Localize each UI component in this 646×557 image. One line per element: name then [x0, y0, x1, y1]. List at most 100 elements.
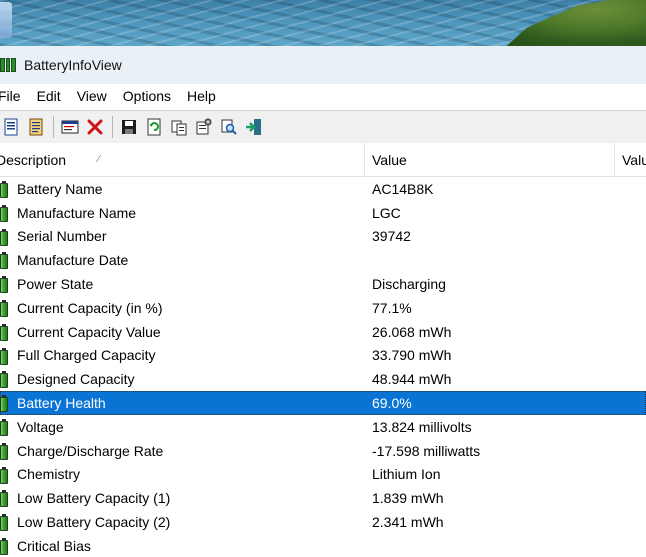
desktop-wallpaper	[0, 0, 646, 46]
table-row[interactable]: Voltage 13.824 millivolts	[0, 415, 646, 439]
row-value: 13.824 millivolts	[372, 418, 472, 435]
battery-icon	[0, 466, 8, 484]
menu-view[interactable]: View	[71, 88, 117, 104]
row-description: Serial Number	[17, 228, 107, 245]
html-report-icon	[4, 118, 18, 136]
properties-window-icon	[61, 120, 79, 134]
battery-icon	[0, 490, 8, 508]
column-header-label: Description	[0, 151, 67, 168]
battery-icon	[0, 181, 8, 198]
table-row[interactable]: Power State Discharging	[0, 272, 646, 296]
delete-icon	[87, 119, 103, 135]
row-value: 48.944 mWh	[372, 371, 452, 388]
column-header-label: Value	[372, 151, 407, 168]
battery-icon	[0, 204, 8, 222]
toolbar-separator	[112, 116, 113, 138]
battery-icon	[0, 371, 8, 389]
battery-icon	[0, 252, 8, 270]
row-description: Full Charged Capacity	[17, 347, 156, 364]
row-description: Designed Capacity	[17, 371, 135, 388]
battery-icon	[0, 395, 8, 413]
table-row[interactable]: Critical Bias	[0, 534, 646, 557]
table-row[interactable]: Chemistry Lithium Ion	[0, 463, 646, 487]
row-value: AC14B8K	[372, 180, 434, 197]
exit-button[interactable]	[243, 116, 265, 138]
row-description: Critical Bias	[17, 537, 91, 554]
text-report-icon	[29, 118, 43, 136]
table-row[interactable]: Charge/Discharge Rate -17.598 milliwatts	[0, 439, 646, 463]
battery-icon	[0, 514, 8, 532]
row-value: 2.341 mWh	[372, 514, 444, 531]
refresh-button[interactable]	[143, 116, 165, 138]
toolbar-separator	[53, 116, 54, 138]
table-row[interactable]: Battery Name AC14B8K	[0, 177, 646, 201]
row-description: Low Battery Capacity (2)	[17, 514, 171, 531]
properties-button[interactable]	[59, 116, 81, 138]
menu-file[interactable]: File	[0, 88, 31, 104]
battery-icon	[0, 276, 8, 294]
toolbar	[0, 110, 646, 144]
list-header: Description ⁄ Value Valu	[0, 143, 646, 177]
menu-help[interactable]: Help	[181, 88, 226, 104]
table-row[interactable]: Battery Health 69.0%	[0, 391, 646, 415]
row-value: 26.068 mWh	[372, 323, 452, 340]
battery-icon	[0, 347, 8, 365]
table-row[interactable]: Manufacture Date	[0, 248, 646, 272]
row-value: LGC	[372, 204, 401, 221]
row-value: 33.790 mWh	[372, 347, 452, 364]
text-report-button[interactable]	[25, 116, 47, 138]
table-row[interactable]: Full Charged Capacity 33.790 mWh	[0, 344, 646, 368]
row-value: 1.839 mWh	[372, 490, 444, 507]
battery-icon	[0, 442, 8, 460]
window-title: BatteryInfoView	[24, 57, 122, 73]
delete-button[interactable]	[84, 116, 106, 138]
row-value: -17.598 milliwatts	[372, 442, 481, 459]
row-description: Battery Health	[17, 395, 106, 412]
html-report-button[interactable]	[0, 116, 22, 138]
table-row[interactable]: Low Battery Capacity (1) 1.839 mWh	[0, 486, 646, 510]
save-button[interactable]	[118, 116, 140, 138]
table-row[interactable]: Serial Number 39742	[0, 225, 646, 249]
battery-info-list[interactable]: Description ⁄ Value Valu Battery Name AC1…	[0, 143, 646, 557]
table-row[interactable]: Manufacture Name LGC	[0, 201, 646, 225]
row-value: Discharging	[372, 276, 446, 293]
row-description: Voltage	[17, 418, 64, 435]
copy-button[interactable]	[168, 116, 190, 138]
row-description: Current Capacity (in %)	[17, 299, 163, 316]
row-description: Battery Name	[17, 180, 103, 197]
table-row[interactable]: Low Battery Capacity (2) 2.341 mWh	[0, 510, 646, 534]
battery-icon	[0, 228, 8, 246]
find-icon	[221, 119, 237, 135]
row-description: Power State	[17, 276, 94, 293]
column-header-description[interactable]: Description ⁄	[0, 143, 363, 176]
title-bar[interactable]: BatteryInfoView	[0, 46, 646, 84]
column-header-label: Valu	[622, 151, 646, 168]
exit-icon	[246, 119, 261, 135]
row-value: 69.0%	[372, 395, 412, 412]
battery-icon	[0, 537, 8, 555]
find-button[interactable]	[218, 116, 240, 138]
menu-options[interactable]: Options	[117, 88, 181, 104]
row-description: Chemistry	[17, 466, 81, 483]
menu-edit[interactable]: Edit	[31, 88, 71, 104]
table-row[interactable]: Current Capacity Value 26.068 mWh	[0, 320, 646, 344]
row-description: Manufacture Date	[17, 252, 129, 269]
options-icon	[196, 118, 212, 135]
row-value: Lithium Ion	[372, 466, 441, 483]
table-row[interactable]: Current Capacity (in %) 77.1%	[0, 296, 646, 320]
refresh-icon	[147, 118, 161, 136]
row-value: 39742	[372, 228, 411, 245]
list-rows: Battery Name AC14B8K Manufacture Name LGC Se…	[0, 177, 646, 557]
row-description: Current Capacity Value	[17, 323, 161, 340]
battery-app-icon	[0, 58, 17, 72]
desktop-icon[interactable]	[0, 2, 12, 38]
table-row[interactable]: Designed Capacity 48.944 mWh	[0, 367, 646, 391]
options-button[interactable]	[193, 116, 215, 138]
column-header-value-2[interactable]: Valu	[614, 143, 646, 176]
column-header-value[interactable]: Value	[364, 143, 614, 176]
row-description: Charge/Discharge Rate	[17, 442, 164, 459]
menu-bar: File Edit View Options Help	[0, 84, 646, 108]
copy-icon	[171, 120, 187, 136]
battery-icon	[0, 323, 8, 341]
sort-arrow-icon: ⁄	[98, 154, 100, 165]
